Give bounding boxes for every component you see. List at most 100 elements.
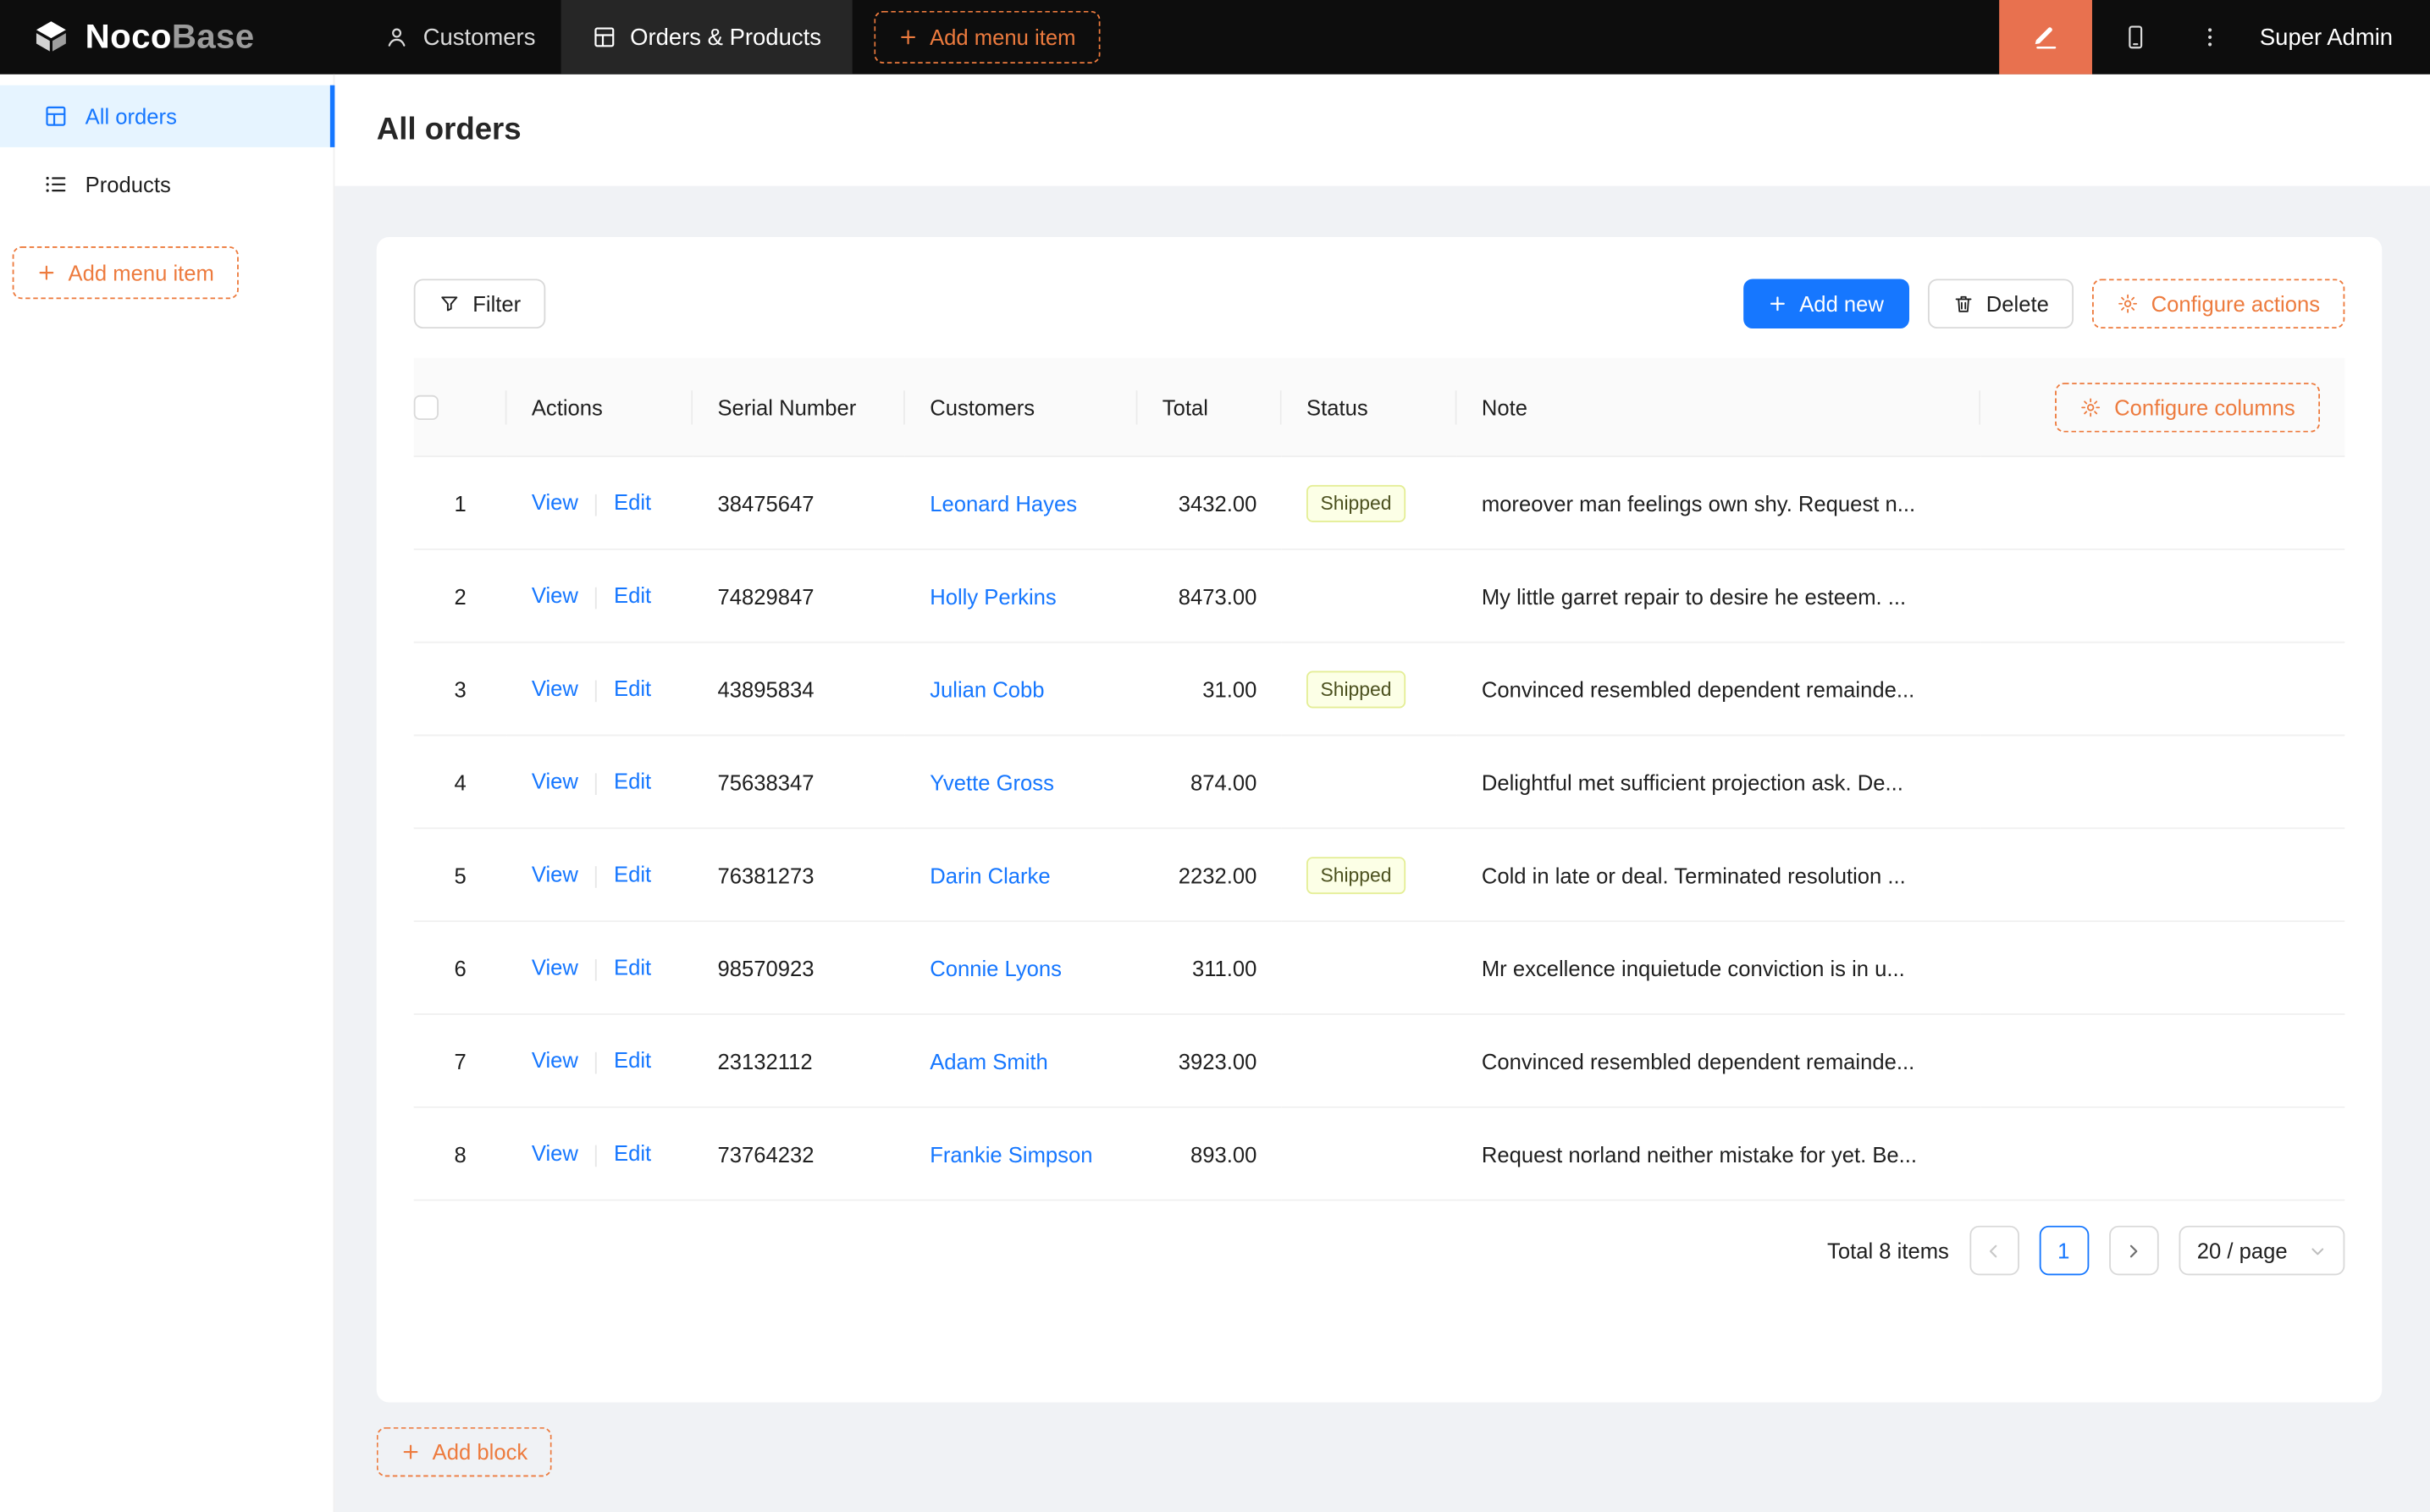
row-index: 1 <box>414 457 507 550</box>
customers-icon <box>384 25 409 49</box>
action-divider <box>595 587 597 609</box>
column-header-actions: Actions <box>507 358 693 457</box>
sidebar-item-all-orders[interactable]: All orders <box>0 86 334 147</box>
edit-link[interactable]: Edit <box>614 1048 651 1073</box>
table-row[interactable]: 5 ViewEdit 76381273 Darin Clarke 2232.00… <box>414 829 2345 922</box>
header-add-menu-item-label: Add menu item <box>930 25 1075 49</box>
chevron-left-icon <box>1985 1242 2002 1259</box>
add-new-button[interactable]: Add new <box>1743 279 1908 328</box>
note-cell: Delightful met sufficient projection ask… <box>1457 736 1981 829</box>
table-row[interactable]: 4 ViewEdit 75638347 Yvette Gross 874.00 … <box>414 736 2345 829</box>
main-area: All orders Filter <box>334 74 2430 1512</box>
add-block-button[interactable]: Add block <box>377 1427 553 1477</box>
edit-link[interactable]: Edit <box>614 955 651 979</box>
gear-icon <box>2117 293 2139 315</box>
table-row[interactable]: 6 ViewEdit 98570923 Connie Lyons 311.00 … <box>414 922 2345 1015</box>
view-link[interactable]: View <box>532 676 578 701</box>
serial-number-cell: 43895834 <box>693 643 905 737</box>
total-cell: 893.00 <box>1137 1108 1281 1201</box>
action-divider <box>595 680 597 702</box>
row-index: 5 <box>414 829 507 922</box>
empty-cell <box>1980 550 2344 643</box>
edit-link[interactable]: Edit <box>614 676 651 701</box>
all-orders-icon <box>43 104 68 129</box>
mobile-preview-button[interactable] <box>2092 0 2179 74</box>
page-size-select[interactable]: 20 / page <box>2179 1226 2345 1276</box>
more-options-button[interactable] <box>2179 0 2241 74</box>
customer-link[interactable]: Darin Clarke <box>930 863 1050 887</box>
customer-link[interactable]: Connie Lyons <box>930 955 1062 979</box>
pagination-prev-button[interactable] <box>1969 1226 2019 1276</box>
customer-link[interactable]: Leonard Hayes <box>930 490 1077 515</box>
empty-cell <box>1980 922 2344 1015</box>
empty-cell <box>1980 1015 2344 1108</box>
table-row[interactable]: 2 ViewEdit 74829847 Holly Perkins 8473.0… <box>414 550 2345 643</box>
total-cell: 8473.00 <box>1137 550 1281 643</box>
customer-link[interactable]: Holly Perkins <box>930 583 1057 608</box>
status-cell: Shipped <box>1282 457 1457 550</box>
column-header-status: Status <box>1282 358 1457 457</box>
note-cell: Convinced resembled dependent remainde..… <box>1457 643 1981 737</box>
sidebar-add-menu-item-button[interactable]: Add menu item <box>13 246 240 299</box>
total-cell: 3923.00 <box>1137 1015 1281 1108</box>
edit-link[interactable]: Edit <box>614 583 651 608</box>
column-header-serial-number: Serial Number <box>693 358 905 457</box>
view-link[interactable]: View <box>532 1141 578 1166</box>
orders-products-icon <box>591 25 616 49</box>
view-link[interactable]: View <box>532 862 578 886</box>
serial-number-cell: 73764232 <box>693 1108 905 1201</box>
kebab-menu-icon <box>2198 25 2223 49</box>
configure-columns-button[interactable]: Configure columns <box>2056 382 2321 432</box>
customer-link[interactable]: Adam Smith <box>930 1048 1048 1073</box>
pagination-page-1[interactable]: 1 <box>2039 1226 2089 1276</box>
configure-columns-header: Configure columns <box>1980 358 2344 457</box>
pagination-next-button[interactable] <box>2108 1226 2158 1276</box>
configure-actions-button[interactable]: Configure actions <box>2092 279 2344 328</box>
current-user-name[interactable]: Super Admin <box>2241 24 2430 50</box>
delete-button[interactable]: Delete <box>1927 279 2074 328</box>
action-divider <box>595 1145 597 1167</box>
select-all-header <box>414 358 507 457</box>
serial-number-cell: 74829847 <box>693 550 905 643</box>
delete-button-label: Delete <box>1986 291 2049 316</box>
note-cell: Cold in late or deal. Terminated resolut… <box>1457 829 1981 922</box>
view-link[interactable]: View <box>532 1048 578 1073</box>
table-row[interactable]: 3 ViewEdit 43895834 Julian Cobb 31.00 Sh… <box>414 643 2345 737</box>
view-link[interactable]: View <box>532 490 578 515</box>
ui-editor-button[interactable] <box>1999 0 2092 74</box>
sidebar-item-products[interactable]: Products <box>0 153 334 215</box>
pen-icon <box>2032 23 2060 51</box>
note-cell: moreover man feelings own shy. Request n… <box>1457 457 1981 550</box>
topnav-item-orders-products[interactable]: Orders & Products <box>561 0 853 74</box>
total-cell: 31.00 <box>1137 643 1281 737</box>
note-cell: Convinced resembled dependent remainde..… <box>1457 1015 1981 1108</box>
table-row[interactable]: 8 ViewEdit 73764232 Frankie Simpson 893.… <box>414 1108 2345 1201</box>
edit-link[interactable]: Edit <box>614 490 651 515</box>
brand-logo: NocoBase <box>0 17 334 58</box>
empty-cell <box>1980 736 2344 829</box>
app-window: NocoBase Customers Orders & Products <box>0 0 2430 1512</box>
customer-link[interactable]: Frankie Simpson <box>930 1141 1092 1166</box>
header-add-menu-item-button[interactable]: Add menu item <box>874 11 1101 63</box>
view-link[interactable]: View <box>532 955 578 979</box>
table-row[interactable]: 1 ViewEdit 38475647 Leonard Hayes 3432.0… <box>414 457 2345 550</box>
topnav-item-customers[interactable]: Customers <box>360 0 561 74</box>
edit-link[interactable]: Edit <box>614 862 651 886</box>
customer-link[interactable]: Yvette Gross <box>930 770 1054 794</box>
edit-link[interactable]: Edit <box>614 769 651 793</box>
brand-name: NocoBase <box>86 17 255 58</box>
customer-link[interactable]: Julian Cobb <box>930 676 1044 701</box>
serial-number-cell: 98570923 <box>693 922 905 1015</box>
filter-button[interactable]: Filter <box>414 279 546 328</box>
content-area: Filter Add new <box>334 186 2430 1512</box>
add-block-label: Add block <box>433 1439 528 1464</box>
edit-link[interactable]: Edit <box>614 1141 651 1166</box>
select-all-checkbox[interactable] <box>414 395 439 420</box>
serial-number-cell: 23132112 <box>693 1015 905 1108</box>
note-cell: Request norland neither mistake for yet.… <box>1457 1108 1981 1201</box>
view-link[interactable]: View <box>532 769 578 793</box>
status-cell <box>1282 550 1457 643</box>
table-row[interactable]: 7 ViewEdit 23132112 Adam Smith 3923.00 C… <box>414 1015 2345 1108</box>
view-link[interactable]: View <box>532 583 578 608</box>
column-header-note: Note <box>1457 358 1981 457</box>
